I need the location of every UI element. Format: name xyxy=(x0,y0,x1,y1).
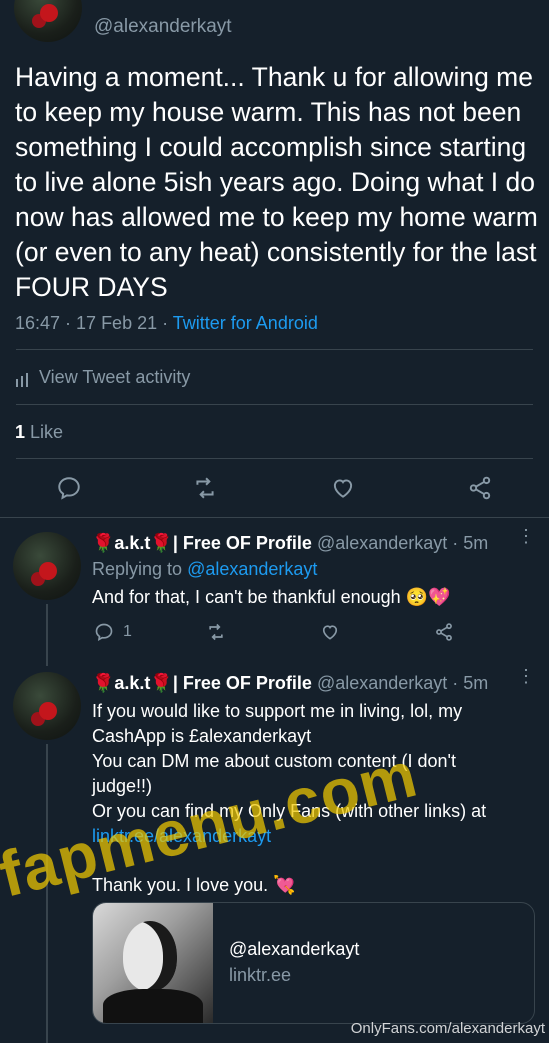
view-activity-label: View Tweet activity xyxy=(39,367,191,387)
card-thumbnail xyxy=(93,903,213,1023)
share-icon[interactable] xyxy=(434,622,454,642)
replying-handle-link[interactable]: @alexanderkayt xyxy=(187,559,317,579)
more-options-icon[interactable]: ⋮ xyxy=(517,527,535,545)
reply-author-name[interactable]: 🌹a.k.t🌹| Free OF Profile xyxy=(92,533,312,553)
retweet-icon[interactable] xyxy=(206,622,226,642)
reply-line: CashApp is £alexanderkayt xyxy=(92,726,312,746)
likes-count: 1 xyxy=(15,422,26,442)
divider xyxy=(16,458,533,459)
more-options-icon[interactable]: ⋮ xyxy=(517,667,535,685)
link-preview-card[interactable]: @alexanderkayt linktr.ee xyxy=(92,902,535,1024)
view-tweet-activity[interactable]: View Tweet activity xyxy=(15,367,190,388)
likes-label: Like xyxy=(25,422,64,442)
onlyfans-watermark: OnlyFans.com/alexanderkayt xyxy=(350,1020,545,1037)
reply-text: And for that, I can't be thankful enough… xyxy=(92,587,451,607)
reply-header: 🌹a.k.t🌹| Free OF Profile @alexanderkayt … xyxy=(92,673,488,694)
divider xyxy=(16,404,533,405)
card-domain: linktr.ee xyxy=(229,965,292,985)
share-icon[interactable] xyxy=(467,475,493,501)
reply-icon[interactable] xyxy=(94,622,114,642)
bar-chart-icon xyxy=(15,371,29,387)
thread-line xyxy=(46,604,48,666)
author-avatar[interactable] xyxy=(14,0,82,42)
likes-stat[interactable]: 1 Like xyxy=(15,422,63,443)
divider xyxy=(16,349,533,350)
tweet-source-link[interactable]: Twitter for Android xyxy=(173,313,318,333)
reply-author-name[interactable]: 🌹a.k.t🌹| Free OF Profile xyxy=(92,673,312,693)
divider xyxy=(0,517,549,518)
replying-prefix: Replying to xyxy=(92,559,188,579)
reply-header: 🌹a.k.t🌹| Free OF Profile @alexanderkayt … xyxy=(92,533,488,554)
reply-handle-time: @alexanderkayt · 5m xyxy=(316,533,489,553)
reply-line: Thank you. I love you. 💘 xyxy=(92,875,296,895)
timestamp-text: 16:47 · 17 Feb 21 · xyxy=(15,313,173,333)
author-handle[interactable]: @alexanderkayt xyxy=(94,16,232,38)
reply-icon[interactable] xyxy=(56,475,82,501)
reply-count: 1 xyxy=(123,623,132,640)
reply-line: If you would like to support me in livin… xyxy=(92,701,463,721)
reply-handle-time: @alexanderkayt · 5m xyxy=(316,673,489,693)
tweet-text: Having a moment... Thank u for allowing … xyxy=(15,62,538,302)
like-icon[interactable] xyxy=(320,622,340,642)
tweet-timestamp: 16:47 · 17 Feb 21 · Twitter for Android xyxy=(15,313,318,334)
replying-to: Replying to @alexanderkayt xyxy=(92,559,317,580)
reply-avatar[interactable] xyxy=(13,672,81,740)
reply-avatar[interactable] xyxy=(13,532,81,600)
like-icon[interactable] xyxy=(330,475,356,501)
retweet-icon[interactable] xyxy=(192,475,218,501)
card-title: @alexanderkayt xyxy=(229,939,360,959)
